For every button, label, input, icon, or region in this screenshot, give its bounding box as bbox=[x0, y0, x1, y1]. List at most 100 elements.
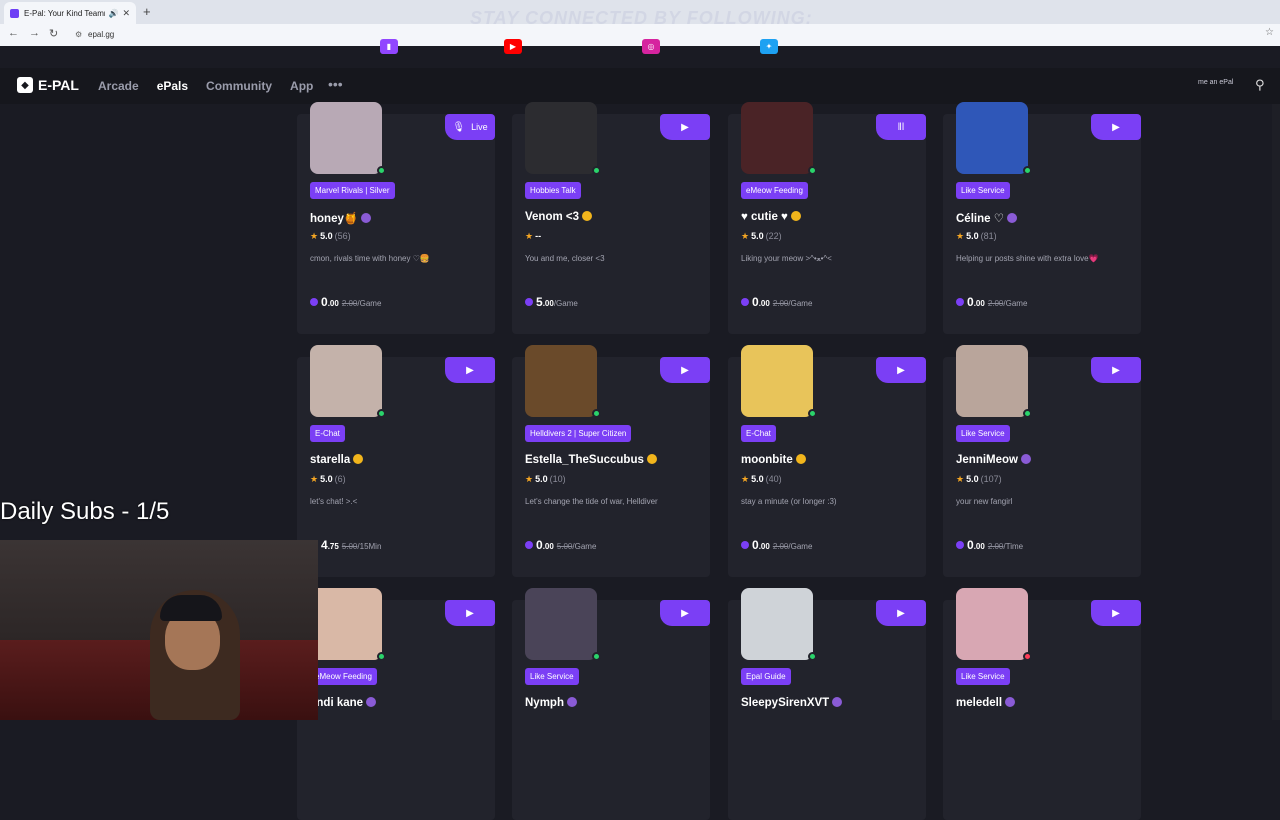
coin-icon bbox=[525, 541, 533, 549]
online-status-dot bbox=[592, 409, 601, 418]
epal-name[interactable]: moonbite bbox=[741, 454, 806, 466]
level-badge-icon bbox=[646, 454, 657, 464]
avatar[interactable] bbox=[310, 345, 382, 417]
epal-name[interactable]: SleepySirenXVT bbox=[741, 697, 843, 709]
level-badge-icon bbox=[795, 454, 806, 464]
online-status-dot bbox=[592, 166, 601, 175]
coin-icon bbox=[956, 541, 964, 549]
service-tag[interactable]: eMeow Feeding bbox=[741, 182, 808, 199]
voice-preview-button[interactable]: ▶ bbox=[1091, 357, 1141, 383]
voice-preview-button[interactable]: ▶ bbox=[445, 357, 495, 383]
epal-card[interactable]: ▶ E-Chat starella ★ 5.0 (6) let's chat! >.< 4.7… bbox=[297, 345, 495, 577]
epal-name[interactable]: Céline ♡ bbox=[956, 211, 1018, 225]
epal-name[interactable]: Estella_TheSuccubus bbox=[525, 454, 657, 466]
new-tab-icon[interactable]: + bbox=[143, 4, 151, 19]
avatar[interactable] bbox=[956, 102, 1028, 174]
service-tag[interactable]: eMeow Feeding bbox=[310, 668, 377, 685]
avatar[interactable] bbox=[741, 102, 813, 174]
browser-tab[interactable]: E-Pal: Your Kind Teammates 🔊 ✕ bbox=[4, 2, 136, 24]
price-cents: .00 bbox=[758, 299, 770, 308]
play-icon: ▶ bbox=[466, 607, 474, 619]
star-icon: ★ bbox=[956, 474, 965, 484]
service-tag[interactable]: Like Service bbox=[956, 668, 1010, 685]
avatar[interactable] bbox=[310, 102, 382, 174]
service-tag[interactable]: Like Service bbox=[525, 668, 579, 685]
epal-name[interactable]: ♥ cutie ♥ bbox=[741, 211, 801, 223]
voice-preview-button[interactable]: ▶ bbox=[1091, 114, 1141, 140]
avatar[interactable] bbox=[956, 345, 1028, 417]
epal-card[interactable]: ▶ Hobbies Talk Venom <3 ★ -- You and me, clos… bbox=[512, 102, 710, 334]
bookmark-star-icon[interactable]: ☆ bbox=[1265, 27, 1274, 38]
tab-title: E-Pal: Your Kind Teammates bbox=[24, 8, 105, 18]
close-tab-icon[interactable]: ✕ bbox=[122, 8, 130, 19]
service-tag[interactable]: Hobbies Talk bbox=[525, 182, 581, 199]
voice-preview-button[interactable]: ▶ bbox=[660, 357, 710, 383]
voice-preview-button[interactable]: ǁǀ bbox=[876, 114, 926, 140]
epal-bio: let's chat! >.< bbox=[310, 497, 358, 506]
service-tag[interactable]: Like Service bbox=[956, 425, 1010, 442]
epal-card[interactable]: ▶ Like Service Céline ♡ ★ 5.0 (81) Helping ur … bbox=[943, 102, 1141, 334]
avatar[interactable] bbox=[525, 588, 597, 660]
avatar[interactable] bbox=[525, 102, 597, 174]
price-cents: .00 bbox=[542, 299, 554, 308]
epal-logo[interactable]: ◆ E-PAL bbox=[17, 77, 79, 93]
voice-preview-button[interactable]: ▶ bbox=[876, 600, 926, 626]
back-icon[interactable]: ← bbox=[8, 27, 19, 39]
forward-icon[interactable]: → bbox=[29, 27, 40, 39]
epal-name[interactable]: endi kane bbox=[310, 697, 377, 709]
price-cents: .00 bbox=[758, 542, 770, 551]
epal-name-text: starella bbox=[310, 454, 351, 466]
url-field[interactable]: ⚙ epal.gg bbox=[70, 27, 400, 43]
voice-preview-button[interactable]: ▶ bbox=[445, 600, 495, 626]
voice-preview-button[interactable]: ▶ bbox=[660, 600, 710, 626]
nav-epals[interactable]: ePals bbox=[157, 79, 188, 93]
epal-card[interactable]: 🎙 Live Marvel Rivals | Silver honey🍯 ★ 5.0 (56… bbox=[297, 102, 495, 334]
online-status-dot bbox=[377, 166, 386, 175]
avatar[interactable] bbox=[525, 345, 597, 417]
avatar[interactable] bbox=[956, 588, 1028, 660]
epal-name[interactable]: JenniMeow bbox=[956, 454, 1031, 466]
search-icon[interactable]: ⚲ bbox=[1255, 77, 1265, 93]
price-unit: /Game bbox=[788, 542, 813, 551]
nav-app[interactable]: App bbox=[290, 79, 313, 93]
epal-card[interactable]: ▶ eMeow Feeding endi kane bbox=[297, 588, 495, 820]
epal-name[interactable]: honey🍯 bbox=[310, 211, 372, 225]
avatar[interactable] bbox=[741, 588, 813, 660]
site-info-icon[interactable]: ⚙ bbox=[75, 27, 82, 43]
epal-name-text: ♥ cutie ♥ bbox=[741, 211, 788, 223]
epal-name[interactable]: Venom <3 bbox=[525, 211, 593, 223]
epal-card[interactable]: ǁǀ eMeow Feeding ♥ cutie ♥ ★ 5.0 (22) Liking y… bbox=[728, 102, 926, 334]
service-tag[interactable]: E-Chat bbox=[741, 425, 776, 442]
service-tag[interactable]: Helldivers 2 | Super Citizen bbox=[525, 425, 632, 442]
epal-card[interactable]: ▶ Like Service Nymph bbox=[512, 588, 710, 820]
epal-card[interactable]: ▶ Helldivers 2 | Super Citizen Estella_The… bbox=[512, 345, 710, 577]
voice-preview-button[interactable]: ▶ bbox=[1091, 600, 1141, 626]
voice-preview-button[interactable]: ▶ bbox=[876, 357, 926, 383]
epal-bio: cmon, rivals time with honey ♡🍔 bbox=[310, 254, 430, 263]
service-tag[interactable]: E-Chat bbox=[310, 425, 345, 442]
epal-card[interactable]: ▶ Like Service JenniMeow ★ 5.0 (107) your new … bbox=[943, 345, 1141, 577]
epal-card[interactable]: ▶ E-Chat moonbite ★ 5.0 (40) stay a minute (or… bbox=[728, 345, 926, 577]
epal-card[interactable]: ▶ Epal Guide SleepySirenXVT bbox=[728, 588, 926, 820]
level-badge-icon bbox=[1007, 213, 1018, 223]
more-menu-icon[interactable]: ••• bbox=[328, 76, 343, 92]
epal-favicon-icon bbox=[10, 8, 19, 18]
page-scrollbar[interactable] bbox=[1272, 104, 1280, 720]
epal-name[interactable]: meledell bbox=[956, 697, 1016, 709]
nav-arcade[interactable]: Arcade bbox=[98, 79, 139, 93]
nav-community[interactable]: Community bbox=[206, 79, 272, 93]
avatar[interactable] bbox=[310, 588, 382, 660]
service-tag[interactable]: Marvel Rivals | Silver bbox=[310, 182, 395, 199]
voice-preview-button[interactable]: ▶ bbox=[660, 114, 710, 140]
service-tag[interactable]: Epal Guide bbox=[741, 668, 791, 685]
reload-icon[interactable]: ↻ bbox=[49, 27, 58, 40]
rating-count: (22) bbox=[765, 231, 782, 241]
epal-logo-icon: ◆ bbox=[17, 77, 33, 93]
epal-name[interactable]: Nymph bbox=[525, 697, 577, 709]
epal-name-text: meledell bbox=[956, 697, 1003, 709]
voice-preview-button[interactable]: 🎙 Live bbox=[445, 114, 495, 140]
epal-card[interactable]: ▶ Like Service meledell bbox=[943, 588, 1141, 820]
epal-name[interactable]: starella bbox=[310, 454, 364, 466]
avatar[interactable] bbox=[741, 345, 813, 417]
service-tag[interactable]: Like Service bbox=[956, 182, 1010, 199]
